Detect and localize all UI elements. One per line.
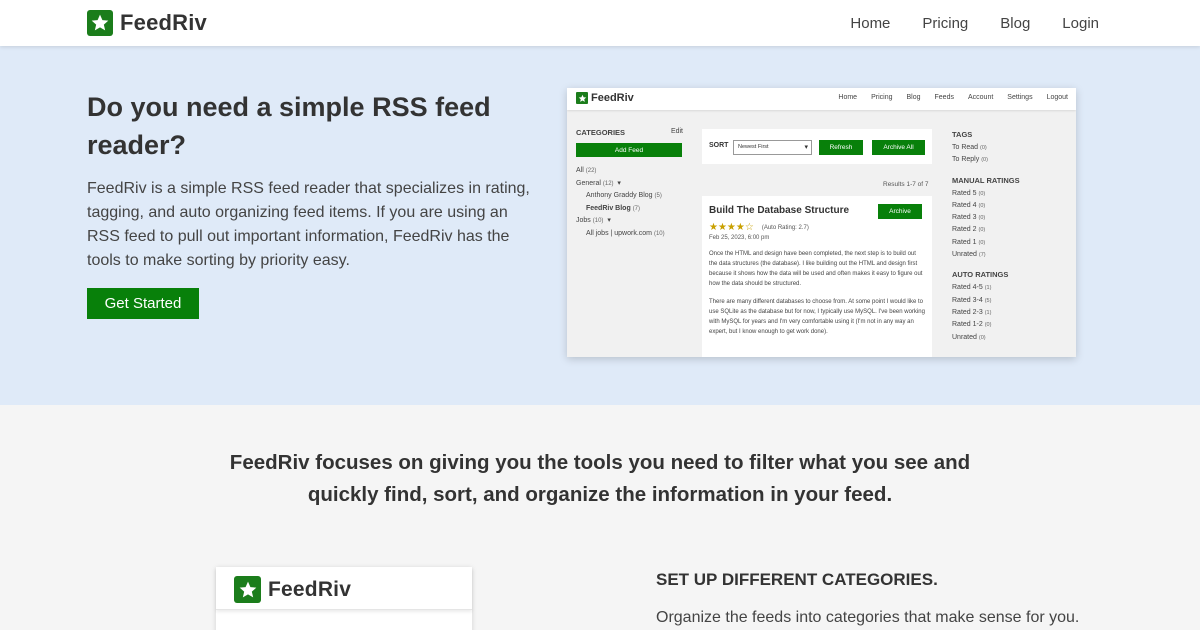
feature-preview-card: FeedRiv bbox=[216, 567, 472, 630]
list-item: Rated 3-4 (5) bbox=[952, 296, 992, 304]
preview-sort-label: SORT bbox=[709, 142, 729, 149]
preview-nav-logout: Logout bbox=[1046, 94, 1068, 101]
preview-brand-name: FeedRiv bbox=[591, 92, 634, 104]
chevron-down-icon: ▾ bbox=[605, 217, 611, 224]
list-item: Anthony Graddy Blog (5) bbox=[586, 192, 662, 199]
preview-sort-select: Newest First bbox=[733, 140, 812, 155]
features-tagline: FeedRiv focuses on giving you the tools … bbox=[229, 451, 971, 506]
feature-preview-brand-name: FeedRiv bbox=[268, 577, 352, 601]
preview-nav-feeds: Feeds bbox=[934, 94, 954, 101]
preview-tags-label: TAGS bbox=[952, 130, 973, 139]
preview-nav: Home Pricing Blog Feeds Account Settings… bbox=[838, 94, 1068, 101]
list-item: All jobs | upwork.com (10) bbox=[586, 229, 665, 237]
brand-logo[interactable]: FeedRiv bbox=[87, 10, 207, 36]
list-item: Jobs (10) ▾ bbox=[576, 217, 611, 224]
preview-category-list: All (22) General (12) ▾ Anthony Graddy B… bbox=[576, 165, 683, 240]
preview-add-feed-button: Add Feed bbox=[576, 143, 682, 157]
hero-description: FeedRiv is a simple RSS feed reader that… bbox=[87, 180, 530, 269]
nav-pricing[interactable]: Pricing bbox=[922, 15, 968, 32]
star-logo-icon bbox=[234, 576, 261, 603]
preview-feed-item-paragraph: There are many different databases to ch… bbox=[709, 299, 925, 335]
star-logo-icon bbox=[576, 92, 588, 104]
preview-header: FeedRiv Home Pricing Blog Feeds Account … bbox=[567, 88, 1076, 110]
chevron-down-icon: ▾ bbox=[615, 179, 621, 187]
nav-login[interactable]: Login bbox=[1062, 15, 1099, 32]
preview-categories-label: CATEGORIES bbox=[576, 128, 626, 137]
nav-home[interactable]: Home bbox=[850, 15, 890, 32]
preview-categories-panel: CATEGORIES Edit Add Feed All (22) Genera… bbox=[576, 128, 683, 240]
list-item: All (22) bbox=[576, 167, 597, 174]
feature-preview-brand: FeedRiv bbox=[234, 576, 351, 603]
list-item: Unrated (0) bbox=[952, 333, 986, 341]
preview-refresh-button: Refresh bbox=[819, 140, 863, 155]
list-item: Rated 1-2 (0) bbox=[952, 321, 992, 329]
list-item: Rated 2-3 (1) bbox=[952, 308, 992, 316]
list-item: To Reply (0) bbox=[952, 156, 988, 164]
preview-brand: FeedRiv bbox=[576, 92, 634, 104]
preview-archive-all-button: Archive All bbox=[872, 140, 925, 155]
preview-feed-item-date: Feb 25, 2023, 6:00 pm bbox=[709, 235, 770, 241]
list-item: Rated 2 (0) bbox=[952, 226, 986, 234]
preview-auto-rating: (Auto Rating: 2.7) bbox=[761, 224, 809, 231]
preview-nav-account: Account bbox=[967, 94, 994, 101]
get-started-button[interactable]: Get Started bbox=[87, 288, 199, 319]
list-item: Unrated (7) bbox=[952, 251, 986, 259]
brand-name: FeedRiv bbox=[120, 10, 207, 35]
app-preview-screenshot: FeedRiv Home Pricing Blog Feeds Account … bbox=[567, 88, 1076, 357]
preview-manual-ratings-label: MANUAL RATINGS bbox=[952, 175, 1020, 185]
preview-edit-link: Edit bbox=[670, 128, 683, 135]
preview-sort-bar: SORT Newest First Refresh Archive All bbox=[702, 129, 932, 164]
list-item: Rated 5 (0) bbox=[952, 189, 986, 197]
list-item: Rated 3 (0) bbox=[952, 214, 986, 222]
list-item: Rated 1 (0) bbox=[952, 238, 986, 246]
star-rating-icon: ★★★★☆ bbox=[709, 222, 754, 233]
preview-archive-button: Archive bbox=[878, 204, 922, 219]
list-item: General (12) ▾ bbox=[576, 179, 621, 187]
preview-nav-settings: Settings bbox=[1007, 94, 1033, 101]
list-item: Rated 4 (0) bbox=[952, 201, 986, 209]
preview-nav-blog: Blog bbox=[906, 94, 921, 101]
preview-feed-item-card: Build The Database Structure Archive ★★★… bbox=[702, 196, 932, 357]
hero-title: Do you need a simple RSS feed reader? bbox=[87, 92, 491, 160]
preview-results-count: Results 1-7 of 7 bbox=[883, 181, 929, 188]
list-item: Rated 4-5 (1) bbox=[952, 284, 992, 292]
nav-blog[interactable]: Blog bbox=[1000, 15, 1030, 32]
preview-nav-home: Home bbox=[838, 94, 858, 101]
preview-feed-item-paragraph: Once the HTML and design have been compl… bbox=[709, 251, 923, 287]
feature-description: Organize the feeds into categories that … bbox=[656, 609, 1080, 626]
site-header: FeedRiv Home Pricing Blog Login bbox=[0, 0, 1200, 46]
main-nav: Home Pricing Blog Login bbox=[850, 15, 1099, 32]
preview-rating: ★★★★☆ (Auto Rating: 2.7) bbox=[709, 222, 925, 233]
feature-preview-header: FeedRiv bbox=[216, 567, 472, 610]
hero-section: Do you need a simple RSS feed reader? Fe… bbox=[0, 46, 1200, 405]
preview-filters-panel: TAGS To Read (0) To Reply (0) MANUAL RAT… bbox=[952, 130, 1062, 344]
star-logo-icon bbox=[87, 10, 113, 36]
preview-nav-pricing: Pricing bbox=[871, 94, 893, 101]
list-item: To Read (0) bbox=[952, 144, 987, 151]
list-item: FeedRiv Blog (7) bbox=[586, 204, 641, 212]
feature-title: SET UP DIFFERENT CATEGORIES. bbox=[656, 570, 938, 589]
preview-auto-ratings-label: AUTO RATINGS bbox=[952, 270, 1009, 280]
preview-categories-header: CATEGORIES Edit bbox=[576, 128, 683, 137]
